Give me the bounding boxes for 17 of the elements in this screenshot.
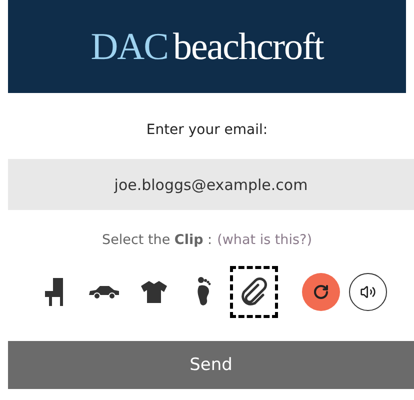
refresh-icon <box>313 284 329 300</box>
captcha-option[interactable] <box>230 266 278 318</box>
audio-button[interactable] <box>349 273 387 311</box>
captcha-prompt: Select the Clip : <box>102 232 212 248</box>
paperclip-icon <box>239 277 269 307</box>
car-icon <box>88 285 120 299</box>
email-label: Enter your email: <box>145 122 269 138</box>
refresh-button[interactable] <box>302 273 340 311</box>
help-link[interactable]: (what is this?) <box>217 232 312 248</box>
logo-text: beachcroft <box>172 24 324 68</box>
logo-text: DAC <box>90 24 168 68</box>
footprint-icon <box>197 277 211 307</box>
speaker-icon <box>360 284 376 300</box>
chair-icon <box>45 278 63 306</box>
send-button[interactable]: Send <box>8 341 414 389</box>
shirt-icon <box>141 281 167 303</box>
email-field[interactable]: joe.bloggs@example.com <box>8 159 414 210</box>
